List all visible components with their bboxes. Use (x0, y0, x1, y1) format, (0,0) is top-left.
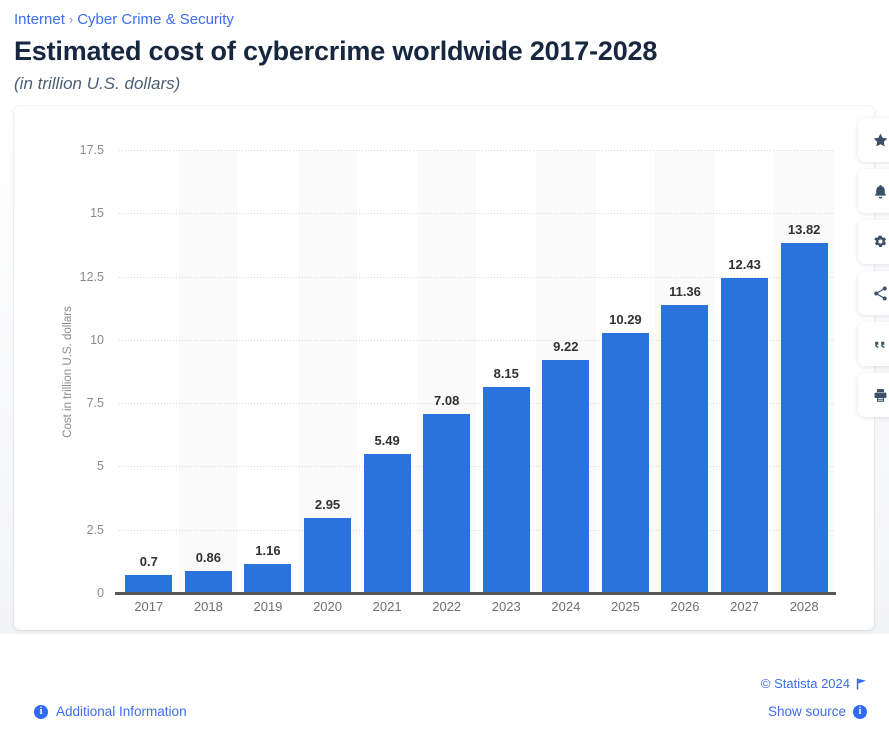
share-icon (872, 285, 889, 302)
bar-column: 0.86 (179, 150, 239, 593)
notification-bell-button[interactable] (858, 169, 889, 213)
bar-value-label: 9.22 (553, 338, 579, 354)
footer-divider (14, 666, 875, 667)
x-axis-tick-label: 2021 (372, 599, 402, 614)
additional-information-label: Additional Information (56, 704, 187, 719)
bar-column: 1.16 (238, 150, 298, 593)
x-axis-tick-label: 2018 (193, 599, 223, 614)
y-axis-title-label: Cost in trillion U.S. dollars (62, 305, 74, 438)
breadcrumb-separator-icon: › (68, 12, 74, 27)
y-axis-tick-label: 17.5 (79, 143, 104, 157)
bar[interactable]: 8.15 (482, 366, 530, 593)
y-axis-tick-label: 0 (97, 586, 104, 600)
info-icon: i (853, 704, 867, 719)
bar-column: 13.82 (774, 150, 834, 593)
flag-icon (856, 678, 866, 689)
bar-column: 10.29 (596, 150, 656, 593)
page-title: Estimated cost of cybercrime worldwide 2… (14, 36, 658, 66)
chart-card: Cost in trillion U.S. dollars 0 2.5 5 7.5 10… (14, 106, 889, 630)
bar-value-label: 12.43 (728, 257, 761, 273)
y-axis-tick-label: 12.5 (79, 269, 104, 284)
additional-information-button[interactable]: i Additional Information (34, 704, 187, 719)
bar[interactable]: 10.29 (601, 312, 649, 593)
y-axis-title: Cost in trillion U.S. dollars (60, 150, 76, 593)
x-axis-tick-label: 2024 (551, 599, 581, 614)
bar-value-label: 13.82 (787, 222, 821, 238)
breadcrumb-item-cyber-crime-security[interactable]: Cyber Crime & Security (77, 11, 234, 28)
bar-column: 0.7 (119, 150, 179, 593)
x-axis-tick-label: 2023 (491, 599, 521, 614)
bar[interactable]: 11.36 (661, 284, 709, 593)
bar-column: 5.49 (357, 150, 417, 593)
bar-column: 11.36 (655, 150, 715, 593)
bar-value-label: 7.08 (434, 392, 460, 408)
copyright: © Statista 2024 (761, 676, 867, 691)
y-axis-tick-label: 7.5 (86, 396, 104, 411)
x-axis-tick-label: 2017 (134, 599, 164, 614)
settings-gear-button[interactable] (858, 220, 889, 264)
bar[interactable]: 12.43 (721, 257, 769, 593)
bar[interactable]: 0.7 (125, 554, 173, 593)
citation-quote-button[interactable] (858, 322, 889, 366)
y-axis-tick-label: 5 (97, 459, 104, 474)
bar[interactable]: 1.16 (244, 543, 292, 593)
bar-value-label: 0.86 (195, 550, 222, 566)
bar-value-label: 5.49 (374, 433, 400, 449)
x-axis-tick-label: 2020 (313, 599, 342, 614)
x-axis-tick-label: 2028 (789, 599, 819, 614)
bar[interactable]: 0.86 (184, 550, 232, 593)
bar-column: 7.08 (417, 150, 477, 593)
show-source-button[interactable]: Show source i (768, 704, 867, 719)
plot-area: 0.7 0.86 1.16 2.95 5.49 7.08 8.15 9.22 10.29 11.3… (115, 150, 836, 595)
bar-value-label: 11.36 (669, 284, 701, 300)
chart-action-toolbar (858, 118, 889, 417)
x-axis-tick-label: 2025 (610, 599, 640, 614)
bar-value-label: 1.16 (255, 542, 281, 558)
favorite-star-button[interactable] (858, 118, 889, 162)
chart-card-wrapper: Cost in trillion U.S. dollars 0 2.5 5 7.5 10… (0, 104, 889, 634)
bar-column: 2.95 (298, 150, 358, 593)
chart-footer: © Statista 2024 Show source i i Addition… (0, 666, 889, 734)
bar-column: 9.22 (536, 150, 596, 593)
favorite-star-icon (872, 132, 889, 149)
print-button[interactable] (858, 373, 889, 417)
bar-value-label: 2.95 (314, 497, 341, 513)
bar-column: 8.15 (476, 150, 536, 593)
x-axis-baseline (115, 592, 836, 595)
bar[interactable]: 9.22 (542, 339, 590, 593)
y-axis-tick-label: 15 (90, 206, 104, 221)
bar[interactable]: 5.49 (363, 433, 411, 593)
x-axis-tick-label: 2026 (670, 599, 700, 614)
notification-bell-icon (872, 183, 889, 200)
bar-value-label: 10.29 (609, 311, 642, 327)
bar-value-label: 8.15 (493, 365, 519, 381)
citation-quote-icon (872, 336, 889, 353)
show-source-label: Show source (767, 704, 846, 719)
copyright-label: © Statista 2024 (760, 676, 850, 691)
x-axis-tick-label: 2019 (253, 599, 283, 614)
bar[interactable]: 13.82 (780, 222, 828, 593)
breadcrumb-item-internet[interactable]: Internet (14, 11, 65, 28)
bar[interactable]: 7.08 (423, 393, 471, 593)
x-axis-tick-label: 2022 (432, 599, 462, 614)
x-axis-tick-label: 2027 (730, 599, 760, 614)
info-icon: i (34, 704, 48, 719)
breadcrumb: Internet › Cyber Crime & Security (14, 10, 889, 30)
bar-series: 0.7 0.86 1.16 2.95 5.49 7.08 8.15 9.22 10.29 11.3… (119, 150, 834, 593)
bar-value-label: 0.7 (139, 554, 158, 570)
share-button[interactable] (858, 271, 889, 315)
settings-gear-icon (872, 234, 889, 251)
print-icon (872, 387, 889, 404)
bar-column: 12.43 (715, 150, 775, 593)
chart-header: Internet › Cyber Crime & Security Estimate… (0, 0, 889, 96)
y-axis-tick-label: 10 (90, 332, 104, 347)
x-axis-tick-labels: 2017 2018 2019 2020 2021 2022 2023 2024 2025 2026… (119, 599, 834, 614)
page-subtitle: (in trillion U.S. dollars) (14, 74, 181, 93)
y-axis-tick-label: 2.5 (86, 522, 104, 537)
bar[interactable]: 2.95 (304, 497, 352, 593)
